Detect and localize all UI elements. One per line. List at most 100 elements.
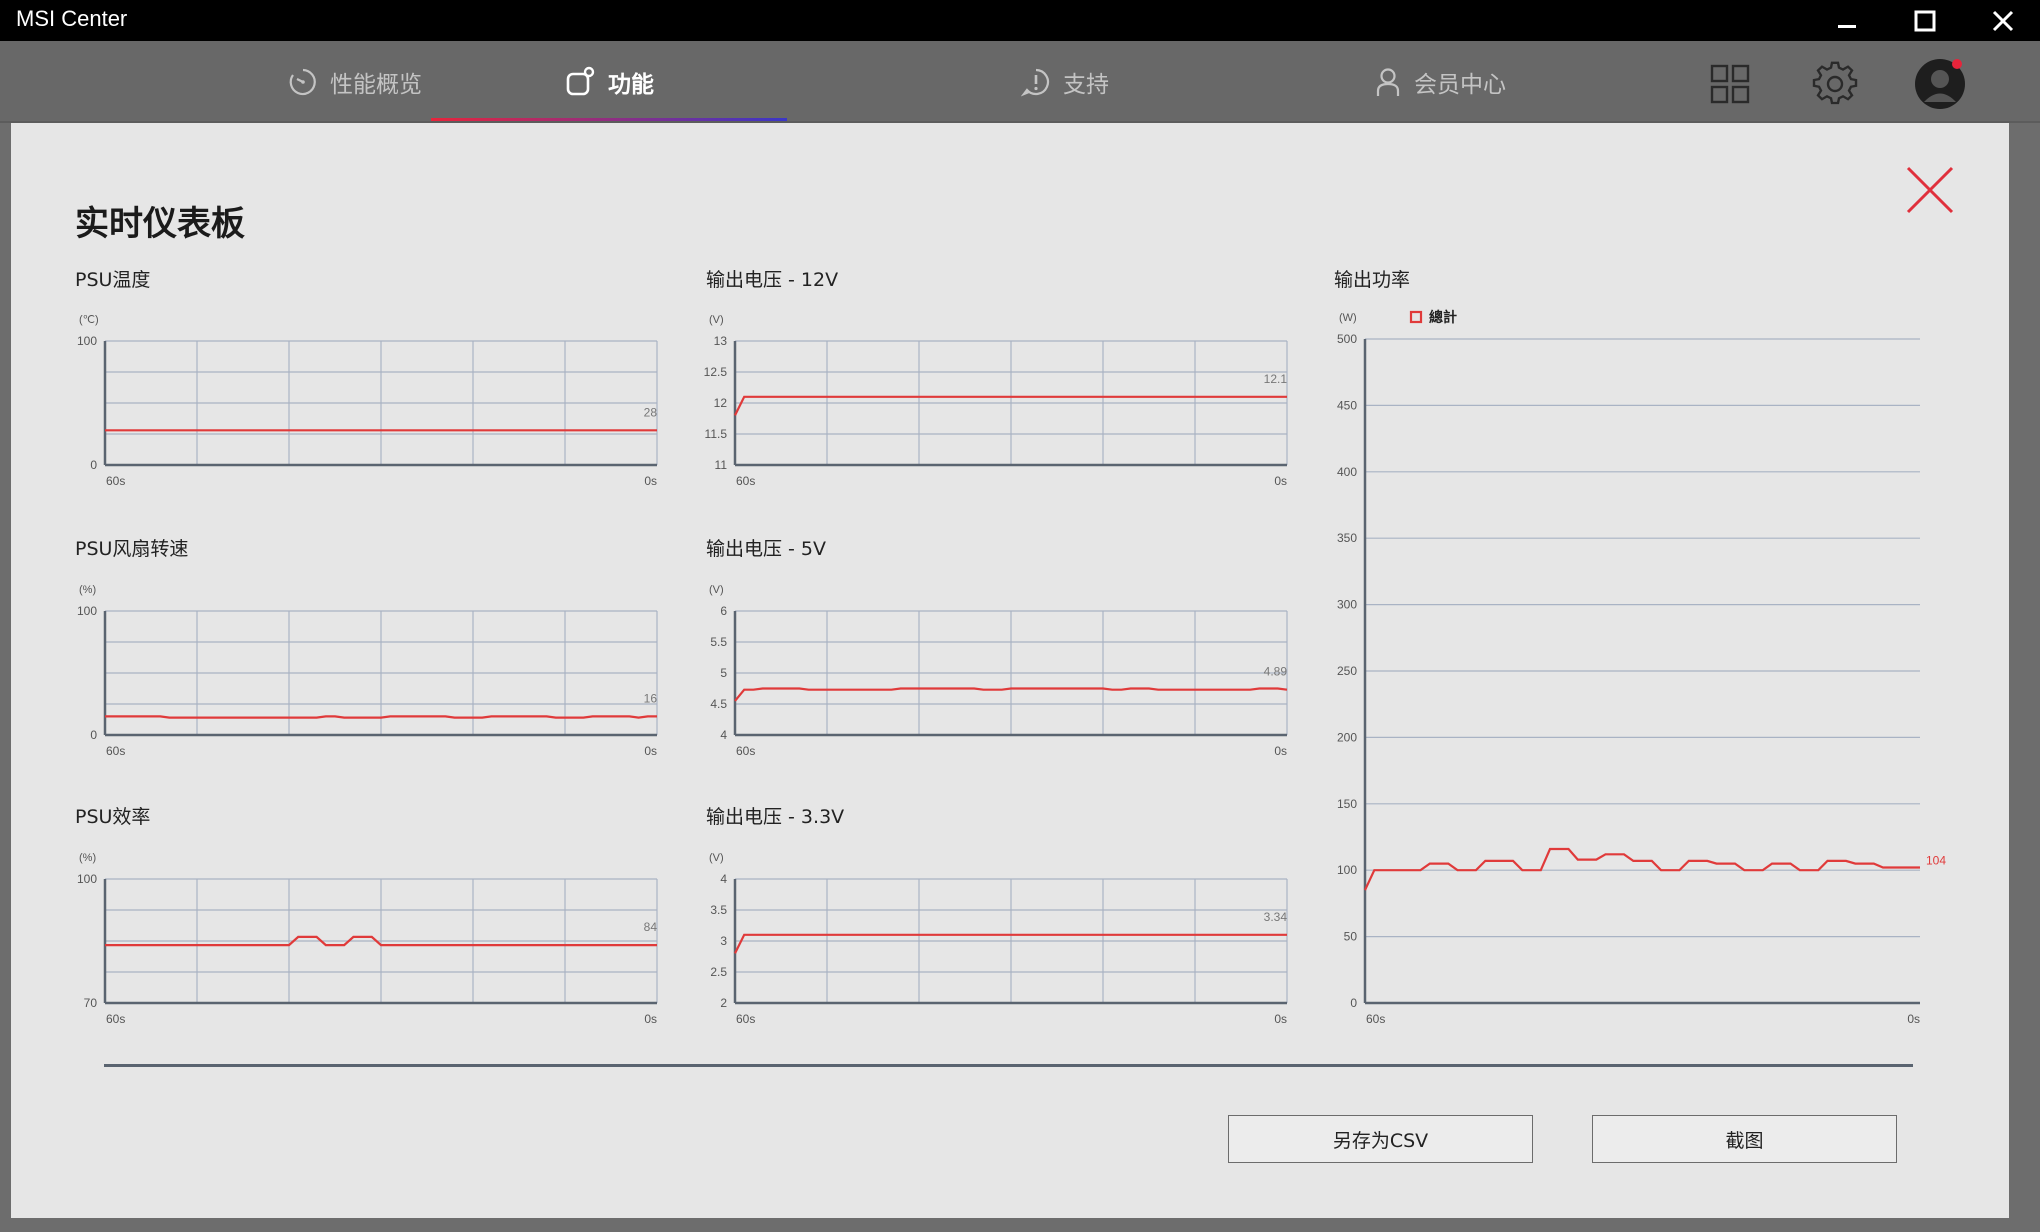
y-tick-label: 250 [1337,664,1357,678]
main-nav: 性能概览 功能 支持 会员中心 [0,41,2040,123]
tab-label: 会员中心 [1414,72,1506,98]
y-tick-label: 100 [77,872,97,886]
minimize-button[interactable] [1812,0,1882,41]
y-tick-label: 5.5 [710,635,727,649]
chart-title-v5: 输出电压 - 5V [706,538,827,560]
avatar[interactable] [1913,57,1967,111]
maximize-button[interactable] [1890,0,1960,41]
x-tick-label: 0s [1907,1012,1920,1026]
current-value-label: 16 [644,691,658,705]
axis-unit: (V) [709,584,724,596]
y-tick-label: 4 [720,872,727,886]
save-as-csv-button[interactable]: 另存为CSV [1228,1115,1533,1163]
y-tick-label: 0 [90,458,97,472]
current-value-label: 28 [644,405,658,419]
screenshot-button[interactable]: 截图 [1592,1115,1897,1163]
chart-efficiency: (%) 100 70 60s 0s 84 [77,852,658,1026]
axis-unit: (V) [709,314,724,326]
axis-unit: (%) [79,584,96,596]
chart-title-fan: PSU风扇转速 [75,538,189,560]
avatar-icon [1915,59,1965,109]
y-tick-label: 2.5 [710,965,727,979]
title-bar: MSI Center [0,0,2040,41]
tab-label: 功能 [608,72,654,98]
chart-title-psu-temp: PSU温度 [75,269,151,291]
x-tick-label: 60s [1366,1012,1385,1026]
y-tick-label: 350 [1337,531,1357,545]
divider [104,1064,1913,1067]
y-tick-label: 13 [714,334,728,348]
y-tick-label: 4.5 [710,697,727,711]
y-tick-label: 300 [1337,598,1357,612]
series-line [105,715,657,719]
y-tick-label: 500 [1337,332,1357,346]
y-tick-label: 3.5 [710,903,727,917]
notification-dot [1952,59,1962,69]
chart-psu-temp: (℃) 100 0 60s 0s 28 [77,314,658,488]
y-tick-label: 100 [77,334,97,348]
tab-features[interactable]: 功能 [431,41,787,123]
chart-title-efficiency: PSU效率 [75,806,151,828]
y-tick-label: 12.5 [704,365,728,379]
y-tick-label: 50 [1344,930,1358,944]
x-tick-label: 0s [1274,474,1287,488]
x-tick-label: 60s [106,1012,125,1026]
chart-title-power: 输出功率 [1334,269,1411,291]
app-title: MSI Center [16,6,128,31]
x-tick-label: 0s [644,744,657,758]
grid-icon [1710,64,1750,104]
y-tick-label: 3 [720,934,727,948]
tab-support[interactable]: 支持 [880,41,1250,123]
axis-unit: (W) [1339,312,1357,324]
support-icon [1021,68,1050,97]
y-tick-label: 12 [714,396,728,410]
x-tick-label: 60s [106,744,125,758]
chart-title-v33: 输出电压 - 3.3V [706,806,845,828]
chart-v12: (V) 13 12.5 12 11.5 11 60s 0s 12.1 [704,314,1288,488]
current-value-label: 104 [1926,854,1946,868]
close-window-button[interactable] [1968,0,2038,41]
tab-member-center[interactable]: 会员中心 [1225,41,1655,123]
y-tick-label: 6 [720,604,727,618]
y-tick-label: 100 [1337,863,1357,877]
chart-v33: (V) 4 3.5 3 2.5 2 60s 0s 3.34 [709,852,1288,1026]
x-tick-label: 60s [736,744,755,758]
current-value-label: 12.1 [1264,372,1288,386]
close-icon [1906,166,1954,214]
y-tick-label: 150 [1337,797,1357,811]
maximize-icon [1914,10,1936,31]
current-value-label: 4.89 [1264,665,1288,679]
axis-unit: (℃) [79,314,99,326]
tab-label: 性能概览 [330,72,422,98]
close-icon [1992,10,2014,31]
feature-icon [566,66,595,96]
tab-label: 支持 [1063,72,1109,98]
legend-swatch [1409,310,1423,324]
chart-title-v12: 输出电压 - 12V [706,269,839,291]
y-tick-label: 400 [1337,465,1357,479]
x-tick-label: 60s [736,474,755,488]
current-value-label: 3.34 [1264,910,1288,924]
close-dashboard-button[interactable] [1900,160,1960,220]
gear-icon [1812,61,1858,105]
y-tick-label: 200 [1337,730,1357,744]
legend-label: 總計 [1429,309,1457,325]
chart-v5: (V) 6 5.5 5 4.5 4 60s 0s 4.89 [709,584,1288,758]
settings-button[interactable] [1810,59,1860,109]
gauge-icon [289,68,316,96]
y-tick-label: 70 [84,996,98,1010]
page-title: 实时仪表板 [75,204,245,244]
y-tick-label: 11.5 [705,427,728,441]
chart-fan: (%) 100 0 60s 0s 16 [77,584,658,758]
y-tick-label: 450 [1337,398,1357,412]
minimize-icon [1838,24,1856,28]
y-tick-label: 4 [720,728,727,742]
x-tick-label: 0s [1274,744,1287,758]
x-tick-label: 0s [644,474,657,488]
y-tick-label: 0 [90,728,97,742]
x-tick-label: 60s [736,1012,755,1026]
chart-power: (W)50045040035030025020015010050060s 0s10… [1337,309,1946,1026]
y-tick-label: 11 [715,458,728,472]
apps-grid-button[interactable] [1705,59,1755,109]
y-tick-label: 5 [720,666,727,680]
